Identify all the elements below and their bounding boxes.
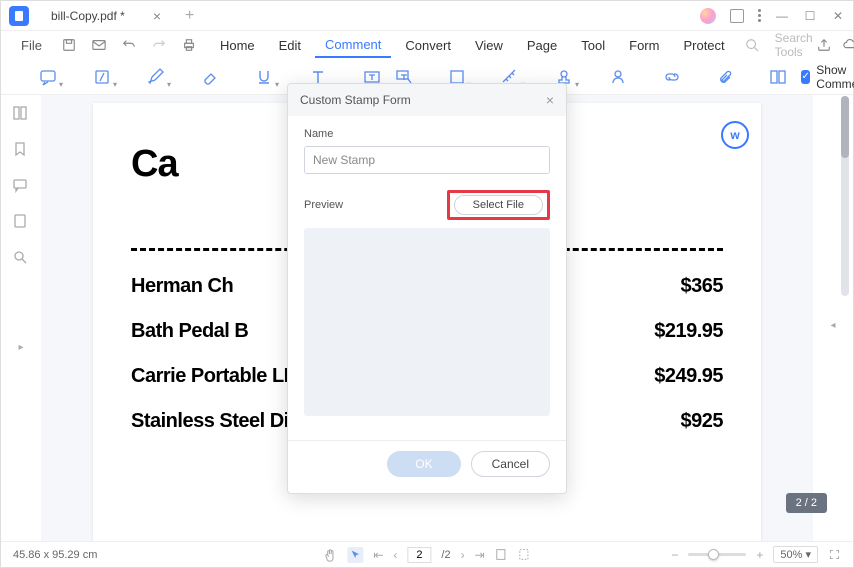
- search-panel-icon[interactable]: [12, 249, 30, 267]
- zoom-thumb[interactable]: [708, 549, 719, 560]
- preview-label: Preview: [304, 199, 343, 211]
- expand-left-icon[interactable]: ▸: [18, 342, 23, 353]
- vertical-scrollbar[interactable]: [841, 96, 849, 296]
- compare-tool[interactable]: [769, 65, 787, 89]
- cancel-button[interactable]: Cancel: [471, 451, 550, 477]
- hand-tool-icon[interactable]: [323, 548, 337, 562]
- select-tool-icon[interactable]: [347, 547, 363, 563]
- menu-convert[interactable]: Convert: [395, 34, 461, 57]
- panel-icon[interactable]: [730, 9, 744, 23]
- prev-page-icon[interactable]: ‹: [393, 548, 397, 562]
- next-page-icon[interactable]: ›: [461, 548, 465, 562]
- select-file-highlight: Select File: [447, 190, 550, 220]
- fit-page-icon[interactable]: [495, 548, 508, 561]
- ok-button[interactable]: OK: [387, 451, 460, 477]
- comment-panel-icon[interactable]: [12, 177, 30, 195]
- undo-icon[interactable]: [116, 34, 142, 56]
- statusbar: 45.86 x 95.29 cm ⇤ ‹ /2 › ⇥ − + 50% ▾: [1, 541, 853, 567]
- file-menu[interactable]: File: [11, 34, 52, 57]
- page-total: /2: [441, 549, 450, 561]
- fullscreen-icon[interactable]: [828, 548, 841, 561]
- show-comment-toggle[interactable]: ✓ Show Comment: [801, 63, 854, 91]
- titlebar: bill-Copy.pdf * × + — ☐ ✕: [1, 1, 853, 31]
- eraser-tool[interactable]: [201, 65, 219, 89]
- select-file-button[interactable]: Select File: [454, 195, 543, 215]
- name-label: Name: [304, 128, 550, 140]
- attachment-tool[interactable]: [717, 65, 733, 89]
- search-tools-input[interactable]: Search Tools: [775, 31, 813, 59]
- word-badge-icon[interactable]: w: [721, 121, 749, 149]
- last-page-icon[interactable]: ⇥: [475, 548, 485, 562]
- menu-comment[interactable]: Comment: [315, 33, 391, 58]
- menubar: File Home Edit Comment Convert View Page…: [1, 31, 853, 59]
- menu-page[interactable]: Page: [517, 34, 567, 57]
- maximize-button[interactable]: ☐: [803, 9, 817, 23]
- dialog-close-icon[interactable]: ×: [546, 92, 554, 108]
- zoom-select[interactable]: 50% ▾: [773, 546, 818, 563]
- expand-right-icon[interactable]: ◂: [830, 320, 835, 331]
- zoom-in-icon[interactable]: +: [756, 548, 763, 562]
- first-page-icon[interactable]: ⇤: [373, 548, 383, 562]
- minimize-button[interactable]: —: [775, 9, 789, 23]
- share-icon[interactable]: [817, 38, 831, 52]
- menu-protect[interactable]: Protect: [673, 34, 734, 57]
- pencil-tool[interactable]: ▾: [147, 65, 165, 89]
- dialog-header: Custom Stamp Form ×: [288, 84, 566, 116]
- print-icon[interactable]: [176, 34, 202, 56]
- note-tool[interactable]: ▾: [39, 65, 57, 89]
- stamp-name-input[interactable]: [304, 146, 550, 174]
- page-indicator-badge: 2 / 2: [786, 493, 827, 513]
- menu-view[interactable]: View: [465, 34, 513, 57]
- tab-title: bill-Copy.pdf *: [51, 9, 125, 23]
- underline-tool[interactable]: ▾: [255, 65, 273, 89]
- show-comment-label: Show Comment: [816, 63, 854, 91]
- signature-tool[interactable]: [609, 65, 627, 89]
- zoom-slider[interactable]: [688, 553, 746, 556]
- mail-icon[interactable]: [86, 34, 112, 56]
- redo-icon[interactable]: [146, 34, 172, 56]
- ai-orb-icon[interactable]: [700, 8, 716, 24]
- zoom-out-icon[interactable]: −: [671, 548, 678, 562]
- app-icon: [9, 6, 29, 26]
- cloud-icon[interactable]: [843, 38, 854, 52]
- menu-edit[interactable]: Edit: [269, 34, 311, 57]
- custom-stamp-dialog: Custom Stamp Form × Name Preview Select …: [287, 83, 567, 494]
- link-tool[interactable]: [663, 65, 681, 89]
- attachments-panel-icon[interactable]: [12, 213, 30, 231]
- new-tab-button[interactable]: +: [185, 7, 194, 25]
- checkbox-icon: ✓: [801, 70, 810, 84]
- left-sidebar: ▸: [1, 95, 41, 543]
- save-icon[interactable]: [56, 34, 82, 56]
- search-icon[interactable]: [739, 34, 765, 56]
- file-tab[interactable]: bill-Copy.pdf * ×: [39, 1, 173, 30]
- preview-box: [304, 228, 550, 416]
- page-number-input[interactable]: [407, 547, 431, 563]
- highlight-tool[interactable]: ▾: [93, 65, 111, 89]
- more-icon[interactable]: [758, 9, 761, 22]
- tab-close-icon[interactable]: ×: [153, 8, 161, 24]
- menu-home[interactable]: Home: [210, 34, 265, 57]
- fit-width-icon[interactable]: [518, 548, 531, 561]
- scrollbar-thumb[interactable]: [841, 96, 849, 158]
- thumbnails-icon[interactable]: [12, 105, 30, 123]
- bookmark-icon[interactable]: [12, 141, 30, 159]
- dialog-title: Custom Stamp Form: [300, 93, 411, 107]
- close-button[interactable]: ✕: [831, 9, 845, 23]
- menu-form[interactable]: Form: [619, 34, 669, 57]
- menu-tool[interactable]: Tool: [571, 34, 615, 57]
- cursor-coords: 45.86 x 95.29 cm: [13, 549, 97, 561]
